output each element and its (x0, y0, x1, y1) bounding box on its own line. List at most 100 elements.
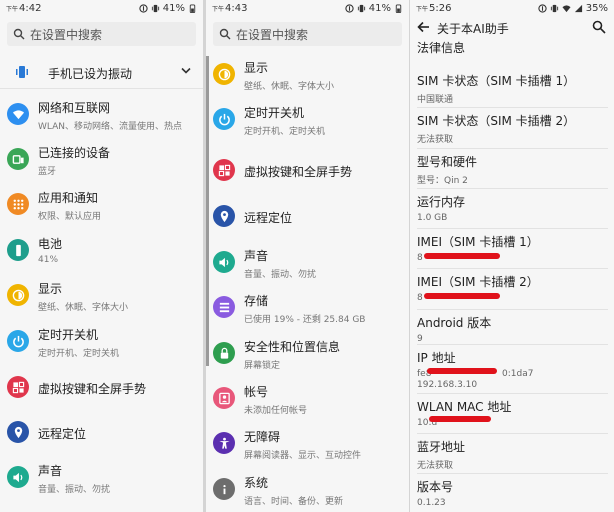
about-item[interactable]: Android 版本 9 (417, 314, 608, 344)
settings-item-title: 存储 (244, 294, 269, 308)
settings-item-title: 远程定位 (244, 210, 293, 225)
brightness-icon (213, 63, 235, 85)
settings-item[interactable]: 远程定位 (206, 194, 409, 238)
settings-item-subtitle: 音量、振动、勿扰 (38, 485, 111, 495)
settings-item-title: 定时开关机 (244, 106, 305, 120)
power-icon (7, 330, 29, 352)
settings-item-subtitle: 壁纸、休眠、字体大小 (38, 303, 129, 313)
settings-item[interactable]: 定时开关机 定时开机、定时关机 (0, 319, 203, 363)
about-item-title: WLAN MAC 地址 (417, 400, 512, 414)
redaction-mark (424, 293, 500, 299)
about-item[interactable]: 法律信息 (417, 39, 608, 56)
divider (417, 433, 608, 434)
settings-item-title: 显示 (244, 61, 269, 75)
alarm-icon (345, 4, 354, 13)
about-item[interactable]: WLAN MAC 地址 10:d (417, 398, 608, 428)
about-item-value: 型号：Qin 2 (417, 176, 468, 186)
settings-item[interactable]: 虚拟按键和全屏手势 (206, 148, 409, 192)
divider (417, 107, 608, 108)
status-bar: 下午4:43 41% (206, 0, 409, 17)
vibrate-status-icon (550, 4, 558, 13)
settings-item-subtitle: 已使用 19% - 还剩 25.84 GB (244, 315, 366, 325)
settings-item-subtitle: 定时开机、定时关机 (244, 127, 326, 137)
search-bar[interactable]: 在设置中搜索 (213, 22, 402, 46)
about-phone-screen: 下午5:26 35% 关于本AI助手 法律信息 SIM 卡状态（SIM 卡插槽 1… (410, 0, 614, 512)
accessibility-icon (213, 432, 235, 454)
about-item-title: 型号和硬件 (417, 155, 478, 169)
about-item[interactable]: 型号和硬件型号：Qin 2 (417, 153, 608, 186)
about-item-value-tail: 0:1da7 (502, 369, 534, 379)
back-arrow-icon[interactable] (417, 21, 430, 33)
settings-screen-1: 下午4:42 41% 在设置中搜索 手机已设为振动 网络和互联网 WLAN、移动网… (0, 0, 203, 512)
settings-item[interactable]: 安全性和位置信息 屏幕锁定 (206, 331, 409, 375)
account-icon (213, 387, 235, 409)
battery-percent: 41% (368, 3, 391, 14)
settings-item-title: 显示 (38, 282, 63, 296)
about-item-title: 蓝牙地址 (417, 440, 466, 454)
settings-item-subtitle: 蓝牙 (38, 167, 57, 177)
redaction-mark (424, 253, 500, 259)
location-icon (7, 421, 29, 443)
settings-item-subtitle: 壁纸、休眠、字体大小 (244, 82, 335, 92)
about-item[interactable]: SIM 卡状态（SIM 卡插槽 1） 中国联通 (417, 72, 608, 105)
settings-item[interactable]: 显示壁纸、休眠、字体大小 (0, 273, 203, 317)
settings-item[interactable]: 网络和互联网 WLAN、移动网络、流量使用、热点 (0, 92, 203, 136)
settings-item[interactable]: 无障碍 屏幕阅读器、显示、互动控件 (206, 421, 409, 465)
page-title: 关于本AI助手 (437, 22, 509, 36)
gesture-icon (213, 159, 235, 181)
settings-item[interactable]: 电池 41% (0, 228, 203, 272)
divider (417, 344, 608, 345)
about-item[interactable]: 版本号 0.1.23 (417, 478, 608, 508)
vibrate-status-icon (151, 4, 159, 13)
status-time: 5:26 (429, 3, 452, 14)
settings-item[interactable]: 已连接的设备 蓝牙 (0, 137, 203, 181)
settings-item[interactable]: 存储已使用 19% - 还剩 25.84 GB (206, 285, 409, 329)
settings-item-title: 帐号 (244, 385, 269, 399)
settings-item[interactable]: 声音 音量、振动、勿扰 (206, 240, 409, 284)
info-icon (213, 478, 235, 500)
about-item-value: 1.0 GB (417, 213, 448, 223)
redaction-mark (427, 368, 497, 374)
search-bar[interactable]: 在设置中搜索 (7, 22, 196, 46)
screenshot-collage: 下午4:42 41% 在设置中搜索 手机已设为振动 网络和互联网 WLAN、移动网… (0, 0, 614, 512)
settings-item-subtitle: 屏幕锁定 (244, 361, 281, 371)
chevron-down-icon[interactable] (181, 67, 191, 75)
divider (417, 228, 608, 229)
status-bar: 下午5:26 35% (416, 3, 608, 14)
brightness-icon (7, 284, 29, 306)
settings-item-title: 无障碍 (244, 430, 281, 444)
about-item[interactable]: SIM 卡状态（SIM 卡插槽 2） 无法获取 (417, 112, 608, 145)
settings-item[interactable]: 虚拟按键和全屏手势 (0, 365, 203, 409)
about-item[interactable]: 运行内存 1.0 GB (417, 193, 608, 223)
settings-item-title: 已连接的设备 (38, 146, 111, 160)
settings-item-subtitle: 41% (38, 255, 59, 265)
apps-icon (7, 193, 29, 215)
search-icon[interactable] (592, 20, 606, 34)
wifi-status-icon (562, 5, 571, 13)
settings-item-title: 电池 (38, 237, 63, 251)
about-item-value: 无法获取 (417, 135, 454, 145)
location-icon (213, 205, 235, 227)
settings-item[interactable]: 远程定位 (0, 410, 203, 454)
power-icon (213, 108, 235, 130)
about-item-title: IP 地址 (417, 351, 456, 365)
settings-item[interactable]: 帐号 未添加任何帐号 (206, 376, 409, 420)
settings-item[interactable]: 显示壁纸、休眠、字体大小 (206, 52, 409, 96)
about-item-title: SIM 卡状态（SIM 卡插槽 2） (417, 114, 576, 128)
settings-item[interactable]: 系统 语言、时间、备份、更新 (206, 467, 409, 511)
search-icon (13, 28, 25, 40)
settings-item[interactable]: 声音 音量、振动、勿扰 (0, 455, 203, 499)
about-item[interactable]: 蓝牙地址 无法获取 (417, 438, 608, 471)
about-item-title: 法律信息 (417, 41, 466, 55)
settings-item-subtitle: 定时开机、定时关机 (38, 349, 120, 359)
settings-item[interactable]: 定时开关机定时开机、定时关机 (206, 97, 409, 141)
vibrate-suggestion[interactable]: 手机已设为振动 (0, 58, 203, 86)
divider (417, 148, 608, 149)
vibrate-label: 手机已设为振动 (48, 67, 133, 81)
divider (417, 473, 608, 474)
signal-icon (574, 4, 582, 13)
about-item-title: 运行内存 (417, 195, 466, 209)
settings-item[interactable]: 应用和通知 权限、默认应用 (0, 182, 203, 226)
search-placeholder: 在设置中搜索 (236, 27, 309, 42)
settings-screen-2: 下午4:43 41% 在设置中搜索 显示壁纸、休眠、字体大小定时开关机定时开机、… (206, 0, 409, 512)
